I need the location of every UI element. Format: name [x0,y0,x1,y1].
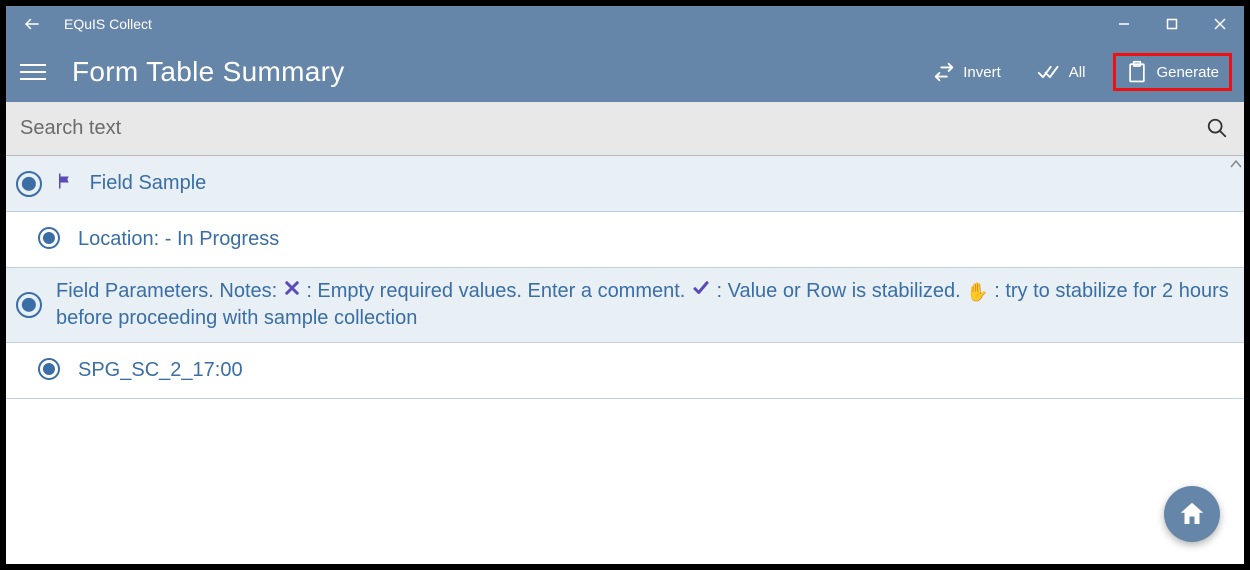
list-item[interactable]: Location: - In Progress [6,212,1244,268]
notes-prefix: Field Parameters. Notes: [56,280,283,302]
row-label: Field Sample [90,172,207,194]
raised-hand-icon: ✋ [966,280,988,304]
home-fab[interactable] [1164,486,1220,542]
back-button[interactable] [6,15,58,33]
swap-icon [933,61,955,83]
radio-button[interactable] [38,227,60,249]
form-list: Field Sample Location: - In Progress Fie… [6,156,1244,399]
search-bar [6,102,1244,156]
radio-button[interactable] [16,292,42,318]
row-content: Field Parameters. Notes: : Empty require… [56,278,1234,332]
title-bar: EQuIS Collect [6,6,1244,42]
page-title: Form Table Summary [72,56,925,88]
menu-button[interactable] [20,56,52,88]
back-arrow-icon [23,15,41,33]
list-item[interactable]: SPG_SC_2_17:00 [6,343,1244,399]
check-mark-icon [691,278,711,305]
window-close-button[interactable] [1196,6,1244,42]
app-window: EQuIS Collect Form Table Summary Invert … [0,0,1250,570]
app-title: EQuIS Collect [58,16,152,32]
app-actions: Invert All Generate [925,53,1232,91]
generate-button[interactable]: Generate [1113,53,1232,91]
all-button[interactable]: All [1029,55,1094,89]
clipboard-icon [1126,60,1148,84]
maximize-icon [1166,18,1178,30]
invert-label: Invert [963,64,1001,81]
invert-button[interactable]: Invert [925,55,1009,89]
all-label: All [1069,64,1086,81]
scroll-up-hint [1230,158,1242,172]
search-input[interactable] [20,117,1206,140]
row-content: Location: - In Progress [78,226,1234,253]
row-content: SPG_SC_2_17:00 [78,357,1234,384]
row-content: Field Sample [56,170,1234,197]
radio-button[interactable] [16,171,42,197]
minimize-icon [1118,18,1130,30]
list-item[interactable]: Field Parameters. Notes: : Empty require… [6,268,1244,343]
flag-icon [56,172,74,196]
search-button[interactable] [1206,117,1230,141]
generate-label: Generate [1156,64,1219,81]
close-icon [1214,18,1226,30]
window-maximize-button[interactable] [1148,6,1196,42]
window-minimize-button[interactable] [1100,6,1148,42]
app-bar: Form Table Summary Invert All Generate [6,42,1244,102]
row-label: SPG_SC_2_17:00 [78,359,243,381]
search-icon [1206,117,1228,139]
home-icon [1177,499,1207,529]
notes-seg1: : Empty required values. Enter a comment… [306,280,691,302]
hamburger-icon [20,64,46,66]
notes-seg2: : Value or Row is stabilized. [716,280,966,302]
x-mark-icon [283,278,301,305]
row-status: - In Progress [165,228,279,250]
double-check-icon [1037,61,1061,83]
chevron-up-icon [1230,159,1242,169]
row-label-prefix: Location: [78,228,165,250]
list-item[interactable]: Field Sample [6,156,1244,212]
radio-button[interactable] [38,358,60,380]
